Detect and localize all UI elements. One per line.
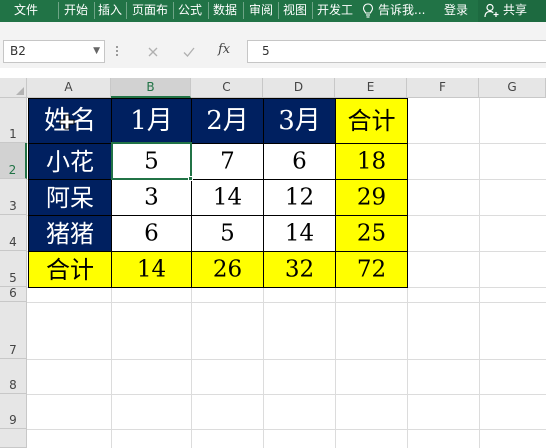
table-header-cell[interactable]: 1月 xyxy=(111,98,192,144)
column-header-f[interactable]: F xyxy=(407,78,479,98)
row-header-5[interactable]: 5 xyxy=(0,251,27,287)
tab-separator xyxy=(243,2,244,19)
name-box-value: B2 xyxy=(10,44,26,58)
add-user-icon xyxy=(484,3,499,18)
fill-handle[interactable] xyxy=(188,176,193,181)
share-label: 共享 xyxy=(503,3,528,17)
row-name-cell[interactable]: 阿呆 xyxy=(28,179,112,216)
name-box[interactable]: B2 ▼ xyxy=(3,40,105,63)
tab-separator xyxy=(94,2,95,19)
table-header-cell[interactable]: 3月 xyxy=(263,98,336,144)
ribbon-collapsed-area xyxy=(0,22,546,36)
data-cell[interactable]: 7 xyxy=(191,143,264,180)
column-total-cell[interactable]: 32 xyxy=(263,251,336,288)
data-cell[interactable]: 6 xyxy=(111,215,192,252)
tab-separator xyxy=(126,2,127,19)
chevron-down-icon[interactable]: ▼ xyxy=(93,41,100,62)
share-button[interactable]: 共享 xyxy=(478,0,546,22)
row-header-10 xyxy=(0,429,27,448)
tab-insert[interactable]: 插入 xyxy=(98,0,122,22)
data-cell[interactable]: 3 xyxy=(111,179,192,216)
row-total-cell[interactable]: 29 xyxy=(335,179,408,216)
row-header-4[interactable]: 4 xyxy=(0,215,27,251)
column-total-cell[interactable]: 26 xyxy=(191,251,264,288)
cancel-icon[interactable] xyxy=(145,44,161,60)
row-header-7[interactable]: 7 xyxy=(0,302,27,359)
row-total-cell[interactable]: 18 xyxy=(335,143,408,180)
data-cell[interactable]: 12 xyxy=(263,179,336,216)
column-header-e[interactable]: E xyxy=(335,78,407,98)
insert-function-icon[interactable]: fx xyxy=(218,42,230,57)
tab-file[interactable]: 文件 xyxy=(14,0,38,22)
tab-review[interactable]: 审阅 xyxy=(249,0,273,22)
formula-input[interactable]: 5 xyxy=(247,40,546,63)
column-header-a[interactable]: A xyxy=(27,78,111,98)
tab-home[interactable]: 开始 xyxy=(64,0,88,22)
login-button[interactable]: 登录 xyxy=(444,0,468,22)
data-cell[interactable]: 5 xyxy=(111,143,192,180)
tab-view[interactable]: 视图 xyxy=(283,0,307,22)
row-header-1[interactable]: 1 xyxy=(0,98,27,143)
ribbon-tab-bar: 文件 开始 插入 页面布 公式 数据 审阅 视图 开发工 告诉我... 登录 共… xyxy=(0,0,546,22)
row-name-cell[interactable]: 小花 xyxy=(28,143,112,180)
select-all-corner[interactable] xyxy=(0,78,27,98)
totals-label-cell[interactable]: 合计 xyxy=(28,251,112,288)
row-header-2[interactable]: 2 xyxy=(0,143,27,179)
data-cell[interactable]: 6 xyxy=(263,143,336,180)
tab-separator xyxy=(312,2,313,19)
select-all-triangle-icon xyxy=(16,87,24,95)
row-header-9[interactable]: 9 xyxy=(0,394,27,429)
column-header-d[interactable]: D xyxy=(263,78,335,98)
tab-formulas[interactable]: 公式 xyxy=(178,0,202,22)
row-header-3[interactable]: 3 xyxy=(0,179,27,215)
tab-separator xyxy=(58,2,59,19)
drag-handle-icon[interactable] xyxy=(116,46,120,58)
column-header-c[interactable]: C xyxy=(191,78,263,98)
data-cell[interactable]: 14 xyxy=(191,179,264,216)
tab-data[interactable]: 数据 xyxy=(213,0,237,22)
tab-separator xyxy=(278,2,279,19)
tab-developer[interactable]: 开发工 xyxy=(317,0,353,22)
row-header-6[interactable]: 6 xyxy=(0,286,27,302)
tab-separator xyxy=(208,2,209,19)
tell-me-label: 告诉我... xyxy=(378,3,426,17)
column-header-g[interactable]: G xyxy=(479,78,546,98)
column-total-cell[interactable]: 14 xyxy=(111,251,192,288)
grand-total-cell[interactable]: 72 xyxy=(335,251,408,288)
table-header-cell[interactable]: 2月 xyxy=(191,98,264,144)
data-cell[interactable]: 14 xyxy=(263,215,336,252)
table-header-total-cell[interactable]: 合计 xyxy=(335,98,408,144)
table-header-cell[interactable]: 姓名 xyxy=(28,98,112,144)
tab-page-layout[interactable]: 页面布 xyxy=(132,0,168,22)
row-total-cell[interactable]: 25 xyxy=(335,215,408,252)
column-header-b[interactable]: B xyxy=(111,78,191,98)
lightbulb-icon xyxy=(362,3,374,18)
row-header-8[interactable]: 8 xyxy=(0,359,27,394)
formula-bar: B2 ▼ fx 5 xyxy=(0,36,546,68)
enter-check-icon[interactable] xyxy=(181,44,197,60)
row-name-cell[interactable]: 猪猪 xyxy=(28,215,112,252)
data-cell[interactable]: 5 xyxy=(191,215,264,252)
tab-separator xyxy=(173,2,174,19)
